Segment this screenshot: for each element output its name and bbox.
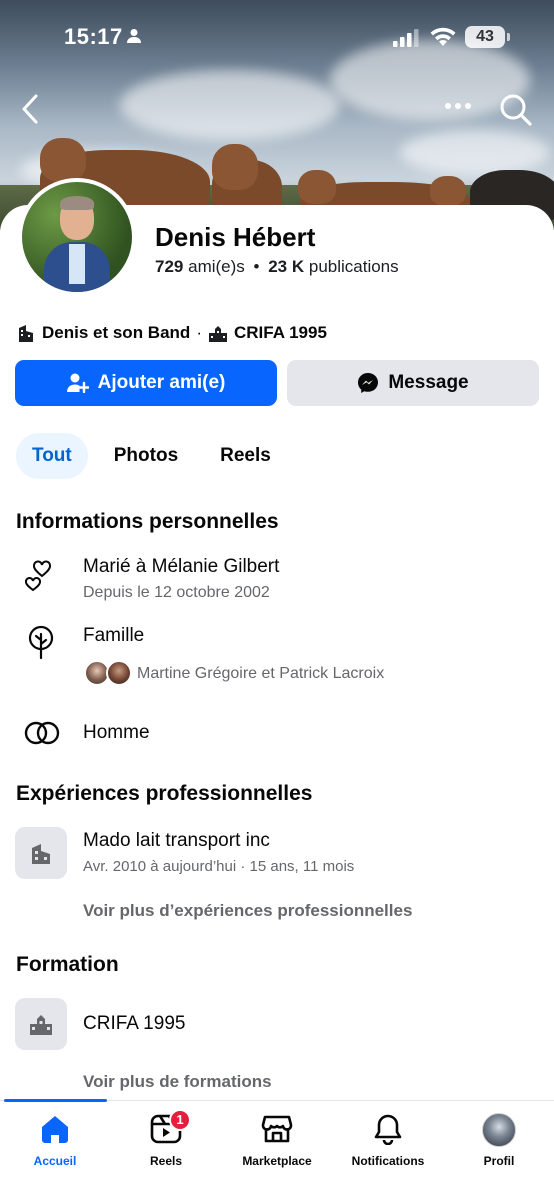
profile-avatar-small (482, 1113, 516, 1147)
wifi-icon (430, 27, 456, 46)
affiliation-separator: · (196, 323, 202, 342)
messenger-icon (358, 373, 379, 393)
nav-profile[interactable]: Profil (444, 1101, 554, 1181)
home-icon (42, 1116, 68, 1143)
status-bar: 15:17 43 (0, 0, 554, 76)
work-tile[interactable] (15, 827, 67, 879)
affiliations: Denis et son Band · CRIFA 1995 (16, 321, 327, 345)
status-time: 15:17 (64, 24, 123, 49)
search-icon[interactable] (498, 92, 534, 128)
friends-count[interactable]: 729 (155, 257, 183, 276)
tab-reels[interactable]: Reels (204, 433, 287, 479)
nav-home-label: Accueil (33, 1154, 77, 1168)
signal-icon (393, 29, 419, 47)
nav-marketplace[interactable]: Marketplace (222, 1101, 332, 1181)
nav-reels[interactable]: 1 Reels (111, 1101, 221, 1181)
message-label: Message (388, 372, 469, 393)
heart-rings-icon (25, 560, 51, 592)
more-options-icon[interactable] (444, 100, 472, 112)
battery-indicator: 43 (465, 26, 510, 48)
reels-badge: 1 (169, 1109, 191, 1131)
school-icon (30, 1015, 52, 1035)
nav-notifications-label: Notifications (351, 1154, 425, 1168)
message-button[interactable]: Message (287, 360, 539, 406)
nav-marketplace-label: Marketplace (242, 1154, 312, 1168)
work-title[interactable]: Mado lait transport inc (83, 830, 270, 852)
work-subtitle: Avr. 2010 à aujourd’hui · 15 ans, 11 moi… (83, 858, 355, 875)
relationship-title[interactable]: Marié à Mélanie Gilbert (83, 556, 279, 578)
stats-separator: • (253, 257, 260, 276)
bottom-navigation: Accueil 1 Reels Marketplace Notification… (0, 1099, 554, 1200)
add-friend-label: Ajouter ami(e) (97, 372, 226, 393)
school-icon (208, 326, 227, 342)
nav-reels-label: Reels (149, 1154, 183, 1168)
gender-icon (24, 721, 60, 745)
family-tree-icon (28, 625, 54, 659)
affiliation-school[interactable]: CRIFA 1995 (234, 323, 327, 343)
nav-profile-label: Profil (483, 1154, 515, 1168)
profile-stats: 729 ami(e)s • 23 K publications (155, 257, 399, 277)
education-tile[interactable] (15, 998, 67, 1050)
nav-notifications[interactable]: Notifications (333, 1101, 443, 1181)
family-members[interactable]: Martine Grégoire et Patrick Lacroix (137, 665, 384, 683)
add-friend-icon (66, 373, 89, 393)
family-avatars[interactable] (84, 660, 134, 688)
see-more-education-link[interactable]: Voir plus de formations (83, 1072, 272, 1092)
nav-home[interactable]: Accueil (0, 1101, 110, 1181)
education-title[interactable]: CRIFA 1995 (83, 1013, 185, 1035)
see-more-work-link[interactable]: Voir plus d’expériences professionnelles (83, 901, 412, 921)
profile-name: Denis Hébert (155, 222, 316, 252)
affiliation-band[interactable]: Denis et son Band (42, 323, 190, 343)
bell-icon (374, 1114, 402, 1145)
tab-photos[interactable]: Photos (98, 433, 194, 479)
gender-value: Homme (83, 722, 150, 743)
profile-avatar[interactable] (18, 178, 136, 296)
relationship-subtitle: Depuis le 12 octobre 2002 (83, 584, 270, 601)
section-title-work: Expériences professionnelles (16, 782, 313, 805)
family-title: Famille (83, 625, 145, 646)
posts-label: publications (308, 257, 399, 276)
building-icon (32, 844, 50, 864)
tab-all[interactable]: Tout (16, 433, 88, 479)
marketplace-icon (261, 1115, 293, 1143)
friends-label[interactable]: ami(e)s (188, 257, 245, 276)
person-icon (127, 29, 141, 43)
posts-count: 23 K (268, 257, 305, 276)
section-title-personal: Informations personnelles (16, 510, 279, 533)
back-arrow-icon[interactable] (18, 92, 42, 126)
add-friend-button[interactable]: Ajouter ami(e) (15, 360, 277, 406)
building-icon (19, 325, 33, 342)
section-title-education: Formation (16, 953, 119, 976)
profile-tabs: Tout Photos Reels (16, 433, 297, 479)
